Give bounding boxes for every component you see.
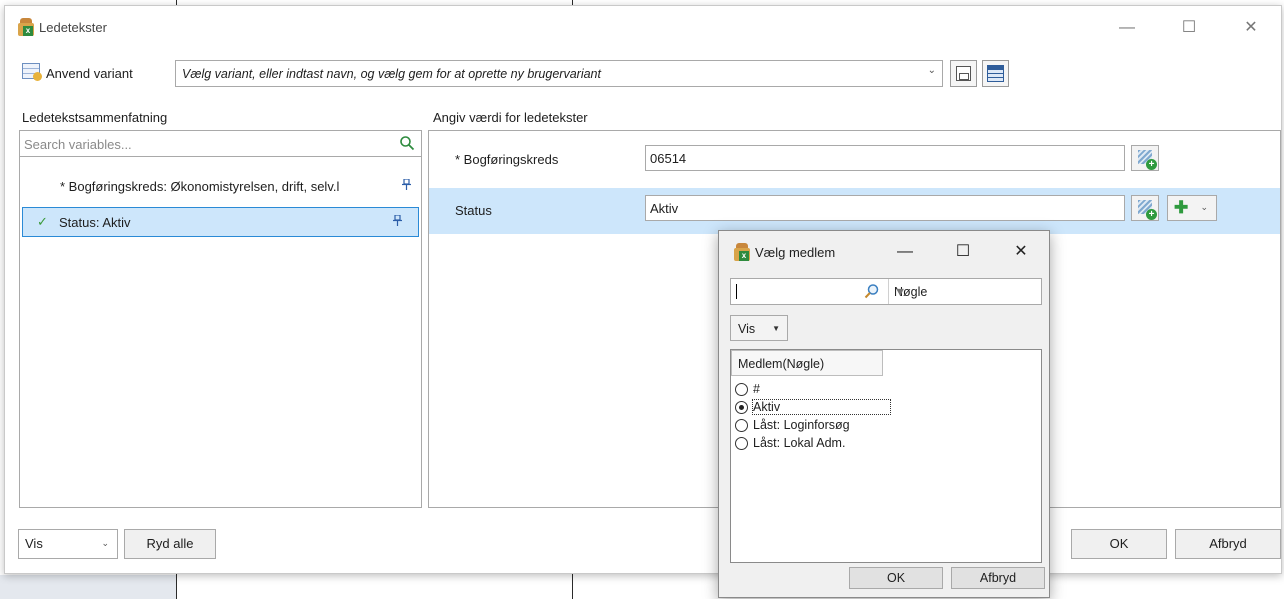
app-icon: x [17, 18, 35, 36]
summary-header: Ledetekstsammenfatning [22, 110, 168, 125]
vis-label: Vis [25, 536, 43, 551]
add-value-button[interactable]: ✚ ⌄ [1167, 195, 1217, 221]
summary-item-status[interactable]: ✓ Status: Aktiv [22, 207, 419, 237]
window-title: Ledetekster [39, 20, 107, 35]
vis-dropdown[interactable]: Vis ⌄ [18, 529, 118, 559]
popup-title: Vælg medlem [755, 245, 836, 260]
variant-placeholder: Vælg variant, eller indtast navn, og væl… [182, 67, 601, 81]
member-list: Medlem(Nøgle) # Aktiv Låst: Loginforsøg … [730, 349, 1042, 563]
radio-button[interactable] [735, 437, 748, 450]
radio-button[interactable] [735, 383, 748, 396]
search-placeholder: Search variables... [24, 137, 132, 152]
popup-maximize-button[interactable]: ☐ [943, 239, 983, 265]
member-option-label: Låst: Lokal Adm. [753, 436, 846, 450]
pin-icon[interactable] [393, 214, 402, 229]
member-option-label: # [753, 382, 760, 396]
member-option-label: Aktiv [751, 399, 892, 415]
dynamic-value-button[interactable] [1131, 145, 1159, 171]
summary-item-label: Status: Aktiv [59, 215, 131, 230]
search-variables-input[interactable]: Search variables... [20, 131, 421, 157]
field-value: Aktiv [650, 201, 679, 216]
summary-item-label: * Bogføringskreds: Økonomistyrelsen, dri… [60, 179, 340, 194]
search-icon[interactable] [864, 283, 880, 299]
bogforingskreds-input[interactable]: 06514 [645, 145, 1125, 171]
background-divider [572, 574, 573, 599]
values-header: Angiv værdi for ledetekster [433, 110, 588, 125]
manage-variants-button[interactable] [982, 60, 1009, 87]
close-button[interactable]: ✕ [1229, 14, 1273, 42]
key-selector[interactable]: Nøgle ▼ [888, 279, 1022, 304]
check-icon: ✓ [37, 214, 48, 229]
member-option-label: Låst: Loginforsøg [753, 418, 850, 432]
app-icon: x [733, 243, 751, 261]
variant-label: Anvend variant [46, 66, 133, 81]
column-header[interactable]: Medlem(Nøgle) [731, 350, 883, 376]
dynamic-value-icon [1138, 150, 1157, 170]
popup-close-button[interactable]: ✕ [1001, 239, 1041, 265]
popup-vis-label: Vis [738, 322, 756, 336]
pin-icon[interactable] [402, 178, 411, 193]
variant-icon [22, 63, 42, 81]
summary-panel: Search variables... * Bogføringskreds: Ø… [19, 130, 422, 508]
member-search-input[interactable]: Nøgle ▼ [730, 278, 1042, 305]
save-variant-button[interactable] [950, 60, 977, 87]
field-label: Status [455, 203, 492, 218]
popup-ok-button[interactable]: OK [849, 567, 943, 589]
search-icon[interactable] [399, 135, 415, 151]
status-input[interactable]: Aktiv [645, 195, 1125, 221]
column-header-label: Medlem(Nøgle) [738, 357, 825, 371]
variant-combobox[interactable]: Vælg variant, eller indtast navn, og væl… [175, 60, 943, 87]
caret-down-icon: ▼ [772, 324, 780, 333]
chevron-down-icon[interactable]: ▼ [894, 285, 1016, 299]
field-label: * Bogføringskreds [455, 152, 559, 167]
select-member-dialog: x Vælg medlem — ☐ ✕ Nøgle ▼ Vis ▼ Medlem… [718, 230, 1050, 598]
chevron-down-icon[interactable]: ⌄ [928, 65, 936, 76]
title-bar: x Ledetekster — ☐ ✕ [5, 6, 1281, 50]
text-caret [736, 284, 737, 299]
field-row-status: Status Aktiv ✚ ⌄ [429, 188, 1280, 234]
field-value: 06514 [650, 151, 687, 166]
summary-item-bogforingskreds[interactable]: * Bogføringskreds: Økonomistyrelsen, dri… [20, 171, 421, 201]
table-icon [987, 65, 1004, 82]
field-row-bogforingskreds: * Bogføringskreds 06514 [429, 137, 1280, 181]
dynamic-value-icon [1138, 200, 1157, 220]
chevron-down-icon[interactable]: ⌄ [1200, 202, 1208, 213]
clear-all-button[interactable]: Ryd alle [124, 529, 216, 559]
chevron-down-icon[interactable]: ⌄ [101, 538, 109, 549]
cancel-button[interactable]: Afbryd [1175, 529, 1281, 559]
maximize-button[interactable]: ☐ [1167, 14, 1211, 42]
popup-vis-dropdown[interactable]: Vis ▼ [730, 315, 788, 341]
background-panel [0, 575, 176, 599]
dynamic-value-button[interactable] [1131, 195, 1159, 221]
minimize-button[interactable]: — [1105, 14, 1149, 42]
ok-button[interactable]: OK [1071, 529, 1167, 559]
popup-minimize-button[interactable]: — [885, 239, 925, 265]
plus-icon: ✚ [1174, 198, 1189, 217]
radio-button[interactable] [735, 419, 748, 432]
popup-cancel-button[interactable]: Afbryd [951, 567, 1045, 589]
save-icon [956, 66, 971, 81]
radio-button-selected[interactable] [735, 401, 748, 414]
background-divider [176, 574, 177, 599]
